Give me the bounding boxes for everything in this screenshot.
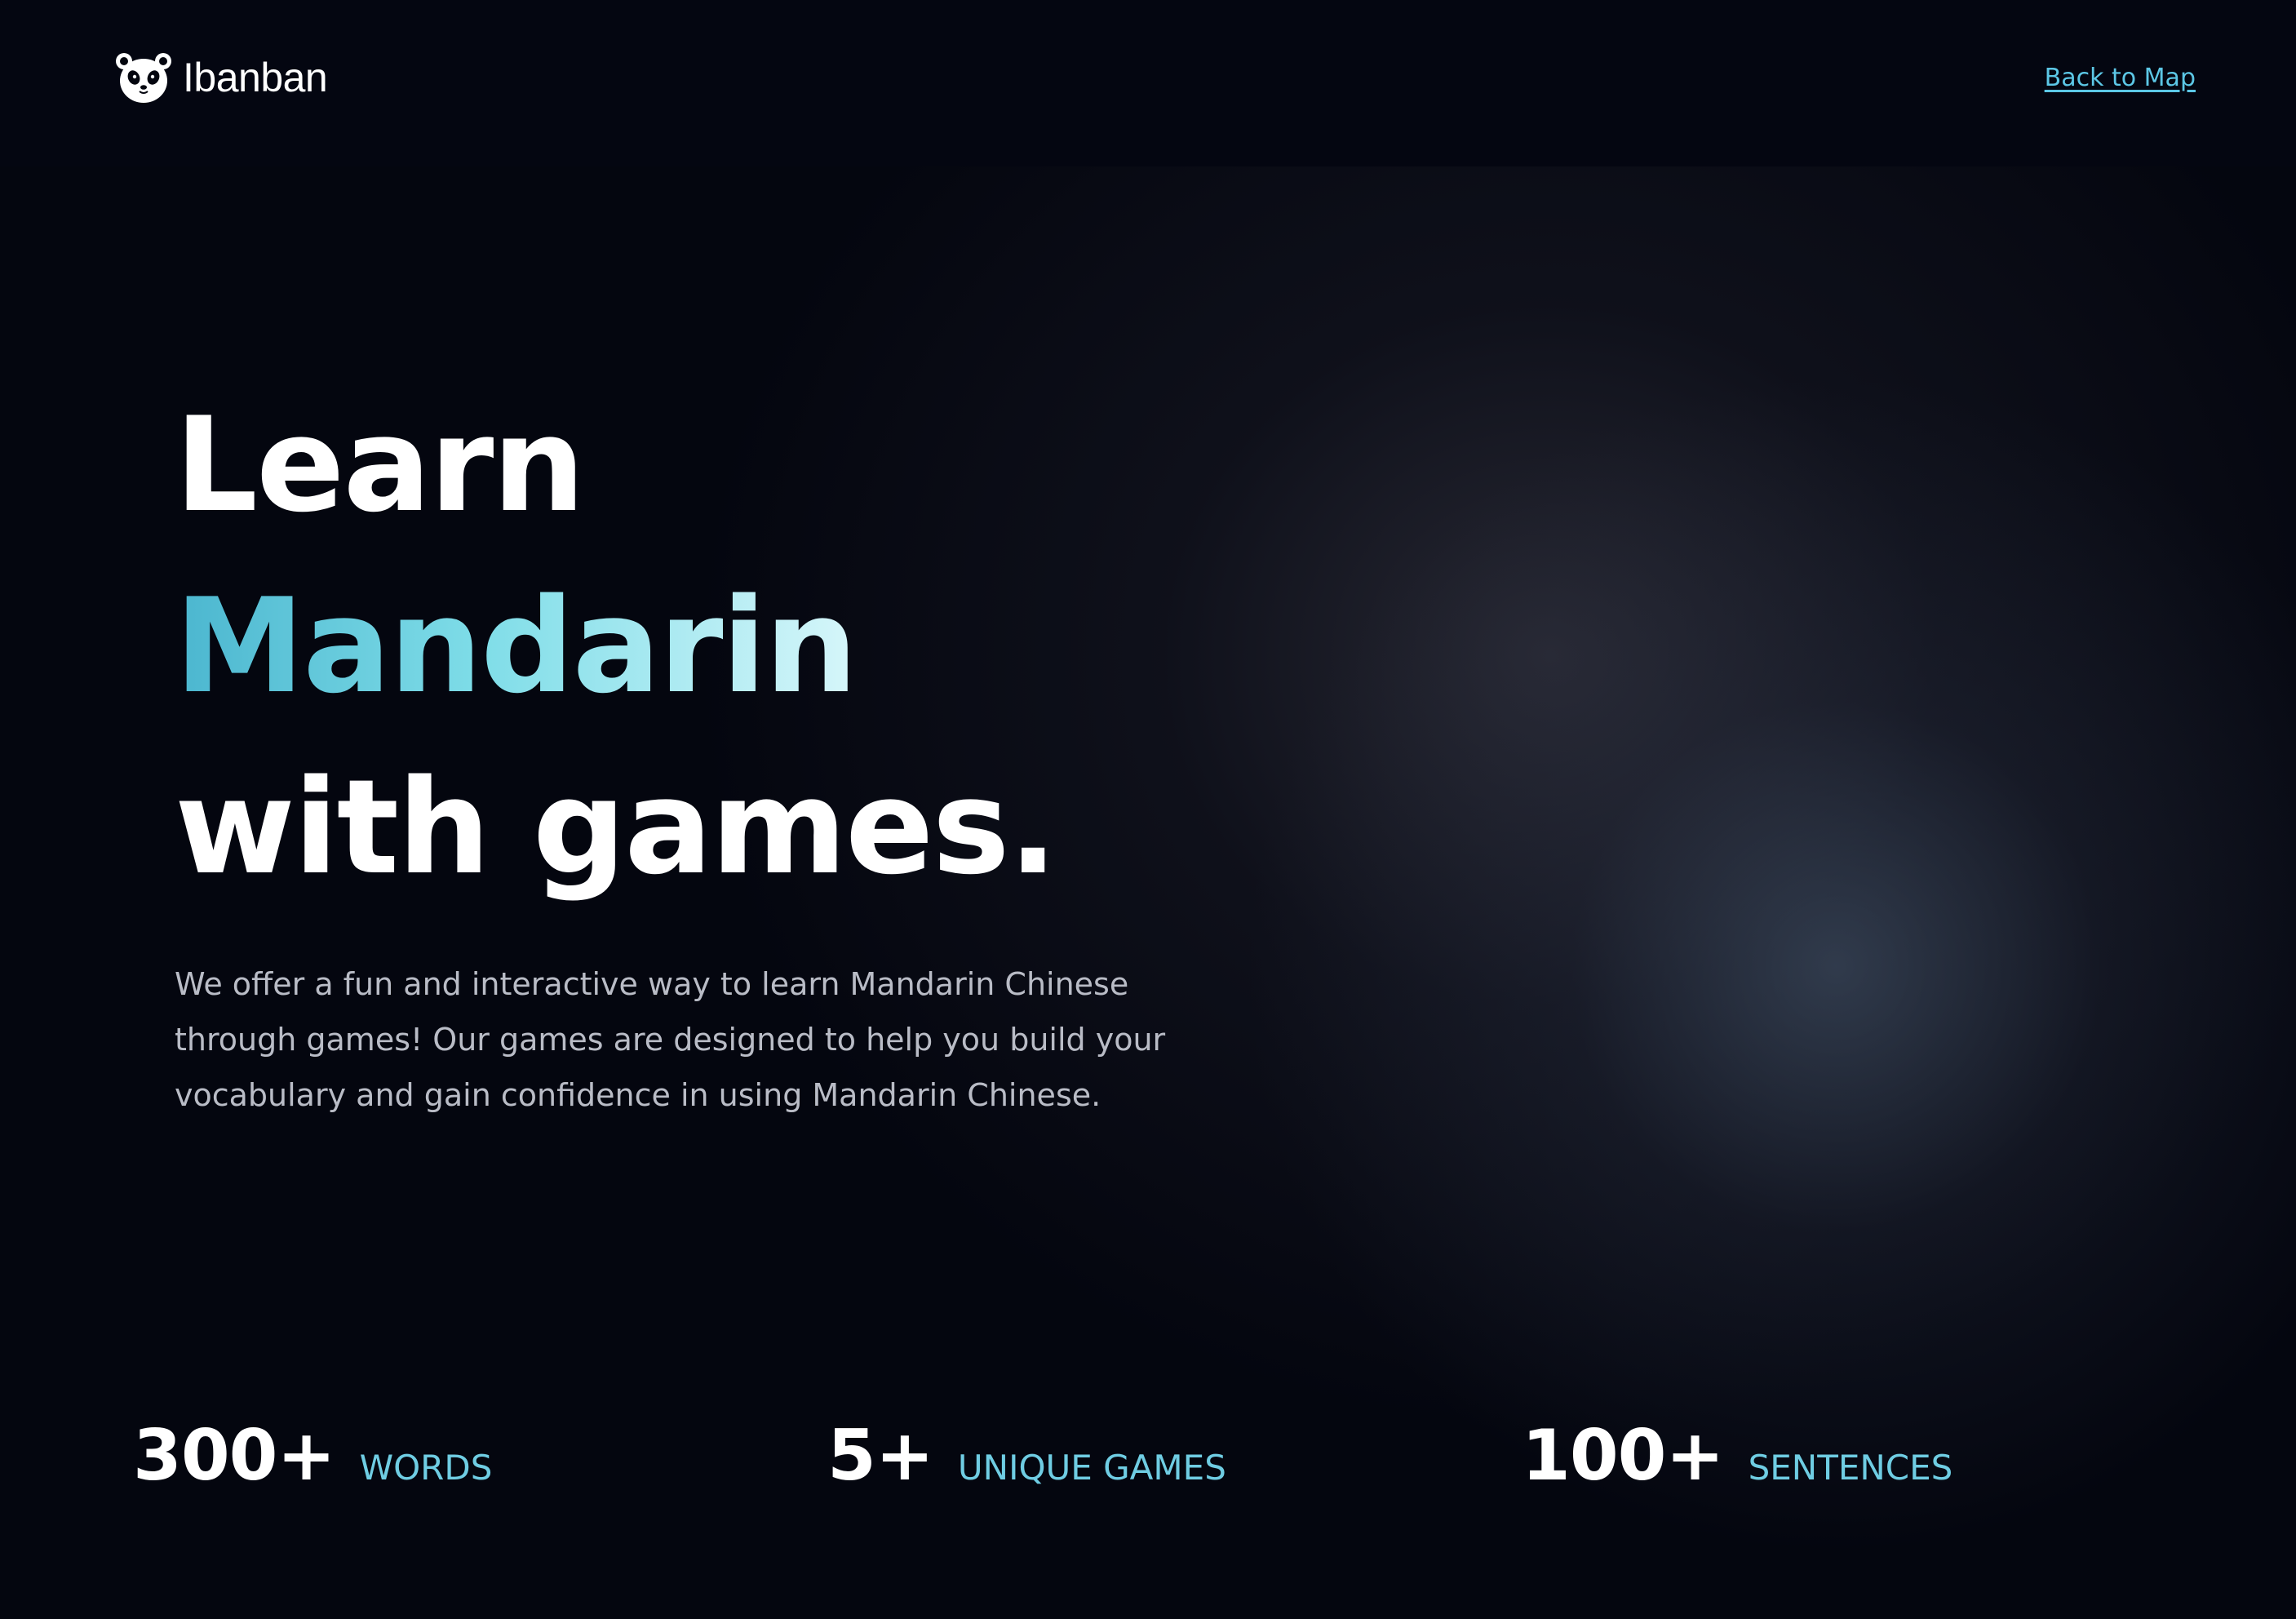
top-nav: Ibanban Back to Map	[0, 0, 2296, 166]
stat-label: SENTENCES	[1748, 1448, 1953, 1488]
stat-sentences: 100+ SENTENCES	[1522, 1415, 1952, 1497]
stats-row: 300+ WORDS 5+ UNIQUE GAMES 100+ SENTENCE…	[0, 1415, 2296, 1537]
headline-accent: Mandarin	[175, 556, 858, 737]
brand-name: Ibanban	[183, 55, 328, 100]
headline-line-3: with games.	[175, 751, 1057, 903]
headline-line-1: Learn	[175, 388, 585, 541]
stat-value: 100+	[1522, 1415, 1725, 1497]
stat-value: 5+	[827, 1415, 934, 1497]
hero-description: We offer a fun and interactive way to le…	[175, 966, 1166, 1113]
stat-games: 5+ UNIQUE GAMES	[827, 1415, 1226, 1497]
hero-headline: Learn Mandarin with games.	[175, 375, 1057, 918]
stat-label: WORDS	[359, 1448, 493, 1488]
stat-words: 300+ WORDS	[133, 1415, 492, 1497]
landing-page: Ibanban Back to Map Learn Mandarin with …	[0, 0, 2296, 1619]
back-to-map-link[interactable]: Back to Map	[2045, 64, 2196, 92]
stat-label: UNIQUE GAMES	[957, 1448, 1226, 1488]
stat-value: 300+	[133, 1415, 336, 1497]
panda-icon	[116, 53, 171, 103]
hero-section: Learn Mandarin with games. We offer a fu…	[0, 166, 2296, 1619]
brand-logo[interactable]: Ibanban	[114, 49, 328, 106]
